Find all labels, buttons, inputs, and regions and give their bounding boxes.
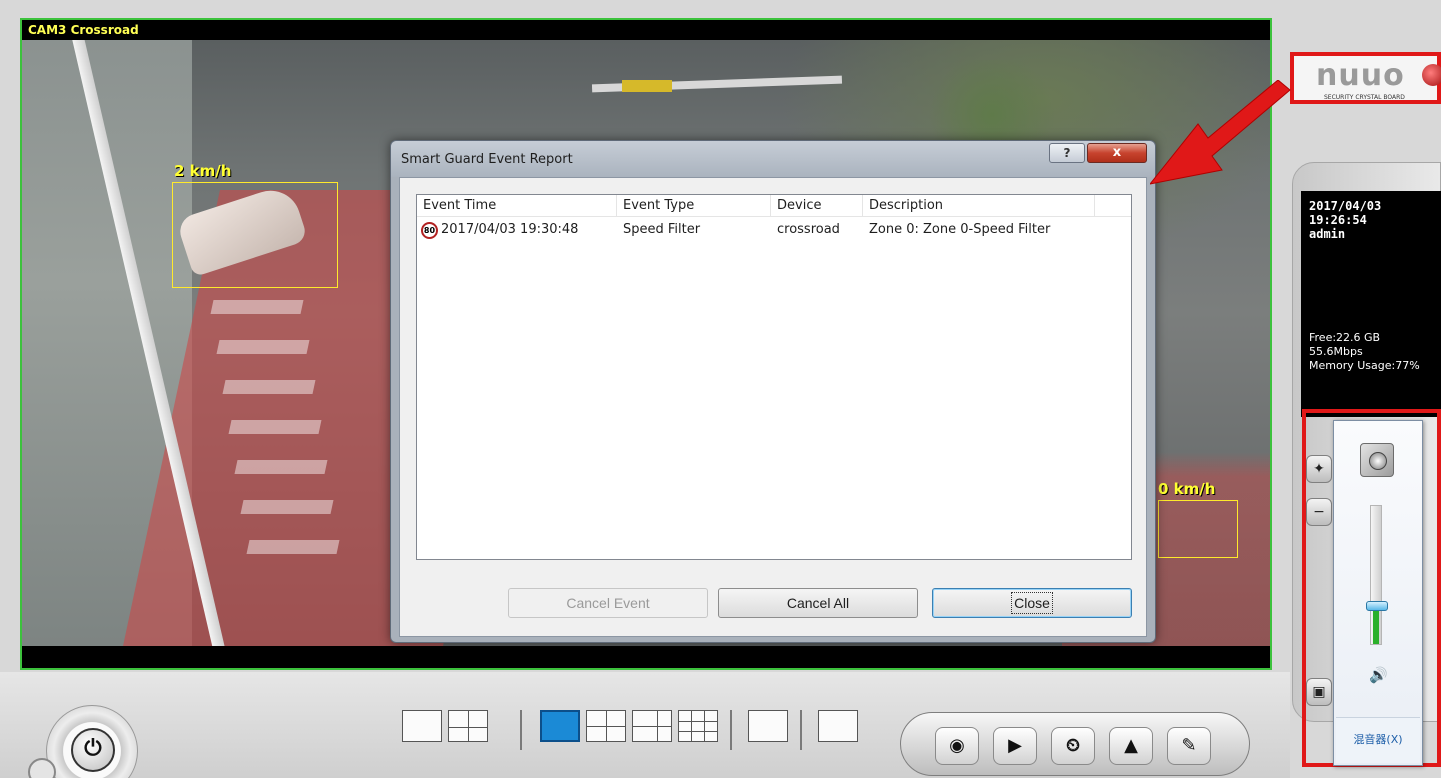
layout-9-button[interactable] (678, 710, 718, 742)
playback-icon[interactable]: ▶ (993, 727, 1037, 765)
camera-title: CAM3 Crossroad (22, 20, 1270, 40)
power-icon[interactable]: ⏻ (71, 728, 115, 772)
list-header: Event Time Event Type Device Description (417, 195, 1131, 217)
separator (730, 710, 732, 750)
logo-dot-icon (1422, 64, 1441, 86)
dialog-titlebar[interactable]: Smart Guard Event Report ? x (391, 141, 1155, 177)
crosswalk-stripe (210, 300, 304, 314)
small-dial[interactable] (28, 758, 56, 778)
separator (800, 710, 802, 750)
status-screen: 2017/04/03 19:26:54 admin Free:22.6 GB 5… (1301, 191, 1441, 417)
status-date: 2017/04/03 (1309, 199, 1382, 213)
crosswalk-stripe (240, 500, 334, 514)
event-type-cell: Speed Filter (623, 222, 701, 237)
col-device[interactable]: Device (771, 195, 863, 217)
function-panel: ◉ ▶ ⏲ ▲ ✎ (900, 712, 1250, 776)
dialog-title: Smart Guard Event Report (401, 152, 573, 167)
schedule-icon[interactable]: ⏲ (1051, 727, 1095, 765)
crosswalk-stripe (246, 540, 340, 554)
crosswalk-stripe (228, 420, 322, 434)
status-bitrate: 55.6Mbps (1309, 345, 1363, 358)
layout-single-button[interactable] (540, 710, 580, 742)
crosswalk-stripe (222, 380, 316, 394)
status-user: admin (1309, 227, 1346, 241)
col-event-time[interactable]: Event Time (417, 195, 617, 217)
volume-slider[interactable] (1370, 505, 1382, 645)
logo-subtitle: SECURITY CRYSTAL BOARD (1324, 94, 1405, 101)
col-description[interactable]: Description (863, 195, 1095, 217)
mixer-link[interactable]: 混音器(X) (1336, 717, 1420, 763)
street-sign (622, 80, 672, 92)
separator (520, 710, 522, 750)
cancel-event-button[interactable]: Cancel Event (508, 588, 708, 618)
alert-icon[interactable]: ▲ (1109, 727, 1153, 765)
tracking-box (172, 182, 338, 288)
annotation-arrow-icon (1150, 80, 1291, 185)
tracking-box-right (1158, 500, 1238, 558)
dialog-body: Event Time Event Type Device Description… (399, 177, 1147, 637)
status-memory: Memory Usage:77% (1309, 359, 1420, 372)
layout-quad-button[interactable] (586, 710, 626, 742)
status-time: 19:26:54 (1309, 213, 1367, 227)
speaker-device-icon[interactable] (1360, 443, 1394, 477)
layout-1-button[interactable] (402, 710, 442, 742)
description-cell: Zone 0: Zone 0-Speed Filter (869, 222, 1051, 237)
device-cell: crossroad (777, 222, 840, 237)
crosswalk-stripe (216, 340, 310, 354)
help-button[interactable]: ? (1049, 143, 1085, 163)
volume-mixer-popup: 🔊 混音器(X) (1333, 420, 1423, 766)
camera-footer (22, 646, 1270, 668)
event-report-dialog: Smart Guard Event Report ? x Event Time … (390, 140, 1156, 643)
close-button[interactable]: Close (932, 588, 1132, 618)
event-list[interactable]: Event Time Event Type Device Description… (416, 194, 1132, 560)
layout-6-button[interactable] (632, 710, 672, 742)
speaker-volume-icon[interactable]: 🔊 (1369, 666, 1388, 684)
close-window-button[interactable]: x (1087, 143, 1147, 163)
layout-4-button[interactable] (448, 710, 488, 742)
logo-text: nuuo (1316, 58, 1405, 93)
speed-label-right: 0 km/h (1158, 480, 1216, 498)
event-time-cell: 2017/04/03 19:30:48 (441, 222, 579, 237)
speed-limit-80-icon: 80 (421, 222, 438, 239)
close-button-label: Close (1011, 592, 1053, 614)
status-free-space: Free:22.6 GB (1309, 331, 1381, 344)
col-event-type[interactable]: Event Type (617, 195, 771, 217)
speed-label-left: 2 km/h (174, 162, 232, 180)
auto-rotate-button[interactable] (818, 710, 858, 742)
record-icon[interactable]: ◉ (935, 727, 979, 765)
nuuo-logo: nuuo SECURITY CRYSTAL BOARD (1290, 52, 1441, 104)
layout-16-button[interactable] (748, 710, 788, 742)
table-row[interactable]: 80 2017/04/03 19:30:48 Speed Filter cros… (417, 219, 1131, 243)
tools-icon[interactable]: ✎ (1167, 727, 1211, 765)
volume-slider-thumb[interactable] (1366, 600, 1388, 611)
crosswalk-stripe (234, 460, 328, 474)
cancel-all-button[interactable]: Cancel All (718, 588, 918, 618)
